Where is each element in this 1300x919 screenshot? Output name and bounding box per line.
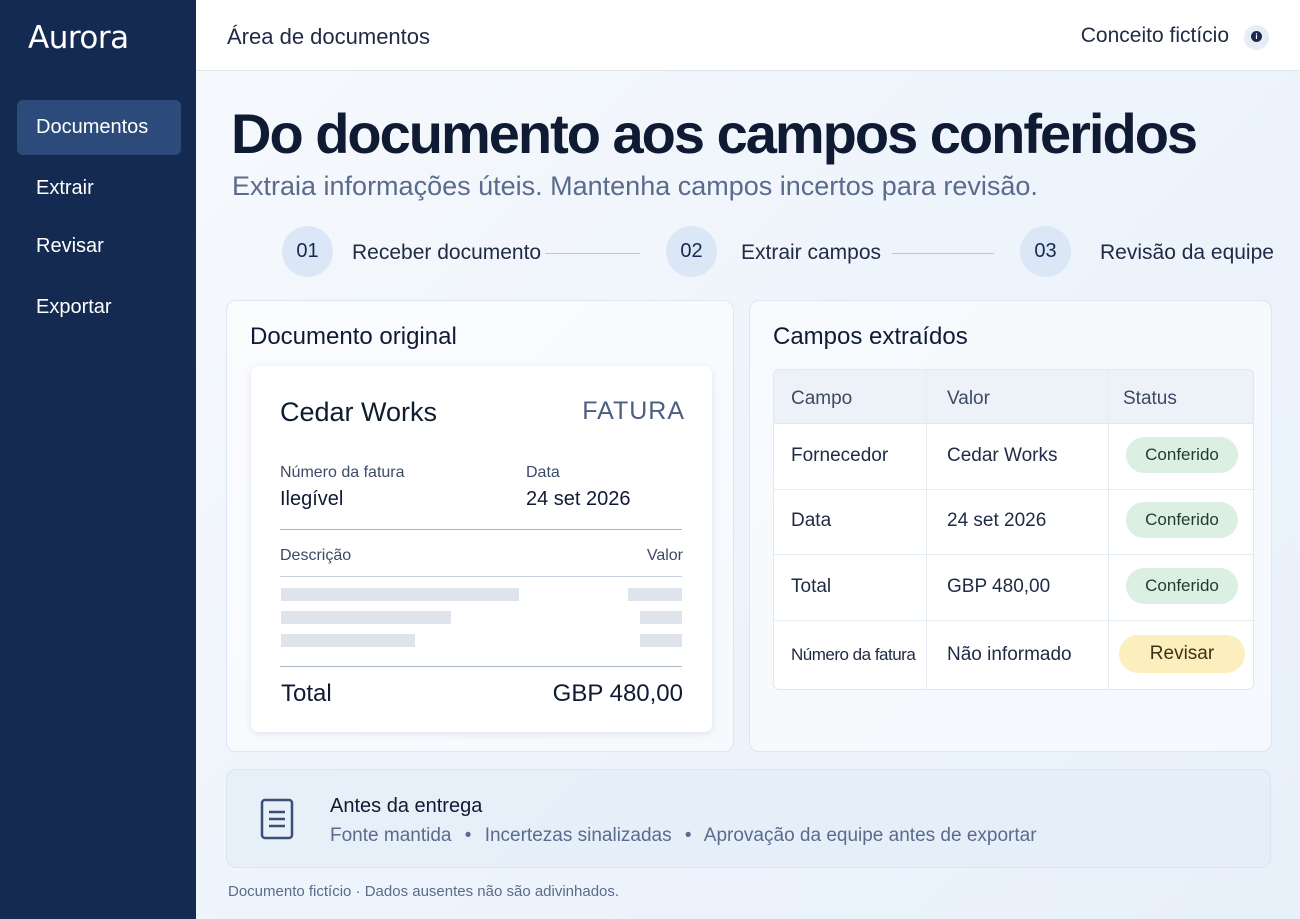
page-area-title: Área de documentos xyxy=(227,24,431,49)
column-divider xyxy=(926,370,927,689)
concept-label: Conceito fictício xyxy=(1080,24,1229,47)
column-header: Campo xyxy=(791,388,853,409)
status-badge: Conferido xyxy=(1126,568,1238,604)
column-header: Valor xyxy=(947,388,990,409)
column-header: Status xyxy=(1123,388,1177,409)
delivery-item: Incertezas sinalizadas xyxy=(484,825,672,846)
field-value: Não informado xyxy=(947,644,1072,665)
line-item-placeholder xyxy=(281,611,451,624)
field-value: GBP 480,00 xyxy=(947,576,1051,597)
delivery-item: Fonte mantida xyxy=(330,825,452,846)
panel-title: Documento original xyxy=(250,323,457,350)
field-value: Cedar Works xyxy=(947,445,1058,466)
row-divider xyxy=(774,554,1253,555)
invoice-type: FATURA xyxy=(582,397,685,425)
invoice-date-value: 24 set 2026 xyxy=(526,488,631,510)
footnote: Documento fictício · Dados ausentes não … xyxy=(228,883,620,900)
original-document-panel: Documento original Cedar Works FATURA Nú… xyxy=(226,300,734,752)
divider xyxy=(280,666,682,667)
status-badge: Conferido xyxy=(1126,502,1238,538)
field-name: Data xyxy=(791,510,832,531)
document-icon xyxy=(260,798,294,840)
field-name: Fornecedor xyxy=(791,445,889,466)
step-number-2: 02 xyxy=(666,226,717,277)
step-number-1: 01 xyxy=(282,226,333,277)
table-header: Campo Valor Status xyxy=(774,370,1253,424)
amount-placeholder xyxy=(640,611,682,624)
invoice-number-label: Número da fatura xyxy=(280,464,405,481)
before-delivery-title: Antes da entrega xyxy=(330,795,483,817)
hero-subtitle: Extraia informações úteis. Mantenha camp… xyxy=(232,171,1038,201)
delivery-item: Aprovação da equipe antes de exportar xyxy=(703,825,1037,846)
step-connector xyxy=(545,253,640,254)
column-divider xyxy=(1108,370,1109,689)
invoice-total-label: Total xyxy=(281,680,332,707)
info-icon-glyph: i xyxy=(1251,31,1262,42)
invoice-preview: Cedar Works FATURA Número da fatura Ileg… xyxy=(251,366,712,732)
sidebar-item-exportar[interactable]: Exportar xyxy=(17,280,181,335)
divider xyxy=(280,529,682,530)
line-item-placeholder xyxy=(281,634,415,647)
sidebar-item-revisar[interactable]: Revisar xyxy=(17,219,181,274)
invoice-number-value: Ilegível xyxy=(280,488,344,510)
row-divider xyxy=(774,489,1253,490)
separator: • xyxy=(684,825,692,846)
step-number-3: 03 xyxy=(1020,226,1071,277)
amount-label: Valor xyxy=(646,547,683,564)
divider xyxy=(280,576,682,577)
amount-placeholder xyxy=(640,634,682,647)
field-name: Número da fatura xyxy=(791,645,916,664)
field-name: Total xyxy=(791,576,832,597)
sidebar-item-extrair[interactable]: Extrair xyxy=(17,161,181,216)
info-icon[interactable]: i xyxy=(1244,25,1269,50)
row-divider xyxy=(774,620,1253,621)
invoice-date-label: Data xyxy=(526,464,560,481)
separator: • xyxy=(464,825,472,846)
extracted-fields-panel: Campos extraídos Campo Valor Status Forn… xyxy=(749,300,1272,752)
brand-logo: Aurora xyxy=(28,20,129,56)
step-label-1: Receber documento xyxy=(352,241,542,264)
main-content: Do documento aos campos conferidos Extra… xyxy=(196,71,1300,919)
before-delivery-items: Fonte mantida • Incertezas sinalizadas •… xyxy=(330,825,1037,847)
invoice-company: Cedar Works xyxy=(280,397,438,427)
status-badge: Conferido xyxy=(1126,437,1238,473)
panel-title: Campos extraídos xyxy=(773,323,968,350)
sidebar-item-documentos[interactable]: Documentos xyxy=(17,100,181,155)
description-label: Descrição xyxy=(280,547,352,564)
amount-placeholder xyxy=(628,588,682,601)
top-bar: Área de documentos Conceito fictício i xyxy=(196,0,1300,71)
line-item-placeholder xyxy=(281,588,519,601)
sidebar: Aurora Documentos Extrair Revisar Export… xyxy=(0,0,196,919)
field-value: 24 set 2026 xyxy=(947,510,1047,531)
step-label-2: Extrair campos xyxy=(741,241,882,264)
step-label-3: Revisão da equipe xyxy=(1100,241,1274,264)
before-delivery-card: Antes da entrega Fonte mantida • Incerte… xyxy=(226,769,1271,868)
review-badge[interactable]: Revisar xyxy=(1119,635,1245,673)
invoice-total-value: GBP 480,00 xyxy=(552,680,683,707)
step-connector xyxy=(892,253,994,254)
hero-title: Do documento aos campos conferidos xyxy=(231,102,1198,165)
extracted-fields-table: Campo Valor Status Fornecedor Cedar Work… xyxy=(773,369,1254,690)
